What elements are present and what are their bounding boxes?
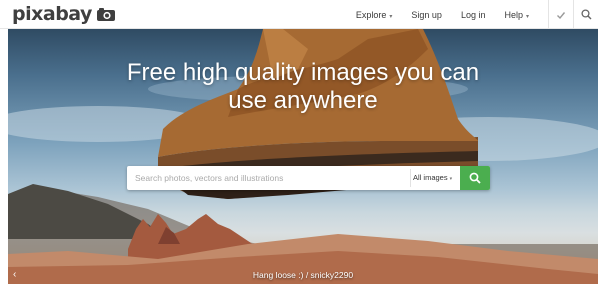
search-input[interactable] [127,166,403,190]
nav-explore-label: Explore [355,9,387,20]
search-divider [410,169,411,187]
search-bar: All images▾ [127,166,490,190]
chevron-down-icon: ▾ [449,176,453,182]
search-icon[interactable] [574,0,598,29]
camera-icon [96,8,115,21]
hero-headline: Free high quality images you can use any… [8,59,598,115]
nav-login[interactable]: Log in [461,10,486,20]
chevron-down-icon: ▾ [389,13,393,20]
chevron-down-icon: ▾ [525,13,529,20]
nav-help[interactable]: Help ▾ [504,10,529,20]
headline-line-1: Free high quality images you can [126,59,480,86]
nav-signup[interactable]: Sign up [411,10,442,20]
logo-text: pixabay [12,3,92,25]
nav-explore[interactable]: Explore ▾ [356,10,393,20]
nav-links: Explore ▾ Sign up Log in Help ▾ [356,0,598,29]
nav-help-label: Help [504,9,523,20]
search-button[interactable] [460,166,490,190]
hero-banner: Free high quality images you can use any… [8,29,598,284]
headline-line-2: use anywhere [228,87,378,114]
filter-label: All images [413,173,448,182]
pixabay-logo[interactable]: pixabay [12,3,116,25]
photo-credit[interactable]: Hang loose :) / snicky2290 [8,270,598,280]
image-type-filter[interactable]: All images ▾ [413,166,452,190]
top-nav: pixabay Explore ▾ Sign up Log in Help ▾ [0,0,598,29]
checkmark-icon[interactable] [549,0,573,29]
search-icon [469,172,481,184]
